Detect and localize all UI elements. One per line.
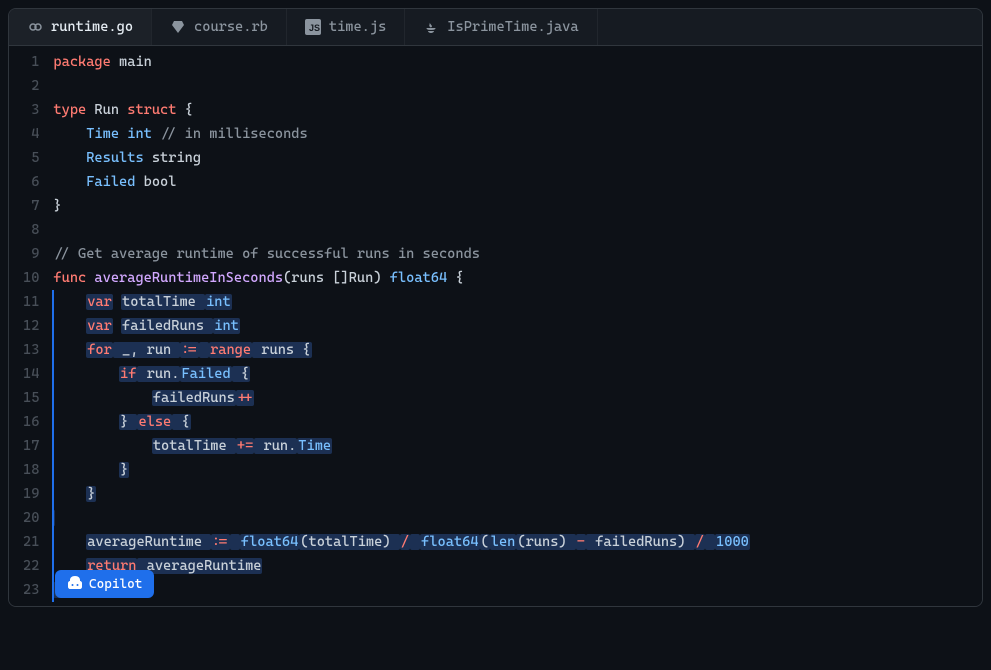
- code-line: for _, run := range runs {: [53, 338, 982, 362]
- tab-course-rb[interactable]: course.rb: [152, 9, 287, 45]
- tab-bar: runtime.go course.rb JS time.js IsPrimeTime.…: [9, 9, 982, 46]
- code-line: [53, 74, 982, 98]
- tab-IsPrimeTime-java[interactable]: IsPrimeTime.java: [405, 9, 597, 45]
- line-number: 2: [23, 74, 39, 98]
- code-line: var failedRuns int: [53, 314, 982, 338]
- line-number: 5: [23, 146, 39, 170]
- line-number: 23: [23, 578, 39, 602]
- code-line: }: [53, 194, 982, 218]
- editor-container: runtime.go course.rb JS time.js IsPrimeTime.…: [8, 8, 983, 607]
- code-line: [53, 218, 982, 242]
- code-line: }: [53, 578, 982, 602]
- code-line: package main: [53, 50, 982, 74]
- line-number: 1: [23, 50, 39, 74]
- code-line: totalTime += run.Time: [53, 434, 982, 458]
- code-line: averageRuntime := float64(totalTime) / f…: [53, 530, 982, 554]
- tab-label: IsPrimeTime.java: [447, 19, 578, 35]
- code-line: func averageRuntimeInSeconds(runs []Run)…: [53, 266, 982, 290]
- code-area: 1234567891011121314151617181920212223 pa…: [9, 46, 982, 606]
- code-line: }: [53, 458, 982, 482]
- line-number: 7: [23, 194, 39, 218]
- line-number: 10: [23, 266, 39, 290]
- code-line: } else {: [53, 410, 982, 434]
- tab-label: time.js: [329, 19, 386, 35]
- line-number: 14: [23, 362, 39, 386]
- svg-text:JS: JS: [309, 23, 320, 33]
- code-line: failedRuns++: [53, 386, 982, 410]
- line-number-gutter: 1234567891011121314151617181920212223: [9, 50, 53, 606]
- js-file-icon: JS: [305, 19, 321, 35]
- code-line: Failed bool: [53, 170, 982, 194]
- ruby-file-icon: [170, 19, 186, 35]
- line-number: 4: [23, 122, 39, 146]
- line-number: 8: [23, 218, 39, 242]
- line-number: 12: [23, 314, 39, 338]
- line-number: 17: [23, 434, 39, 458]
- code-line: if run.Failed {: [53, 362, 982, 386]
- java-file-icon: [423, 19, 439, 35]
- copilot-suggestion-block: var totalTime int var failedRuns int for…: [53, 290, 982, 602]
- copilot-button[interactable]: Copilot: [55, 570, 154, 598]
- copilot-icon: [67, 576, 83, 592]
- code-content[interactable]: package main type Run struct { Time int …: [53, 50, 982, 606]
- line-number: 19: [23, 482, 39, 506]
- code-line: [53, 506, 982, 530]
- line-number: 6: [23, 170, 39, 194]
- code-line: type Run struct {: [53, 98, 982, 122]
- line-number: 21: [23, 530, 39, 554]
- tab-time-js[interactable]: JS time.js: [287, 9, 405, 45]
- tab-runtime-go[interactable]: runtime.go: [9, 8, 152, 45]
- line-number: 11: [23, 290, 39, 314]
- line-number: 13: [23, 338, 39, 362]
- line-number: 22: [23, 554, 39, 578]
- code-line: Time int // in milliseconds: [53, 122, 982, 146]
- copilot-label: Copilot: [89, 577, 142, 592]
- line-number: 3: [23, 98, 39, 122]
- line-number: 20: [23, 506, 39, 530]
- tab-label: runtime.go: [51, 19, 133, 35]
- line-number: 16: [23, 410, 39, 434]
- tab-label: course.rb: [194, 19, 268, 35]
- code-line: var totalTime int: [53, 290, 982, 314]
- code-line: }: [53, 482, 982, 506]
- line-number: 15: [23, 386, 39, 410]
- line-number: 18: [23, 458, 39, 482]
- code-line: // Get average runtime of successful run…: [53, 242, 982, 266]
- code-line: return averageRuntime: [53, 554, 982, 578]
- line-number: 9: [23, 242, 39, 266]
- code-line: Results string: [53, 146, 982, 170]
- go-file-icon: [27, 19, 43, 35]
